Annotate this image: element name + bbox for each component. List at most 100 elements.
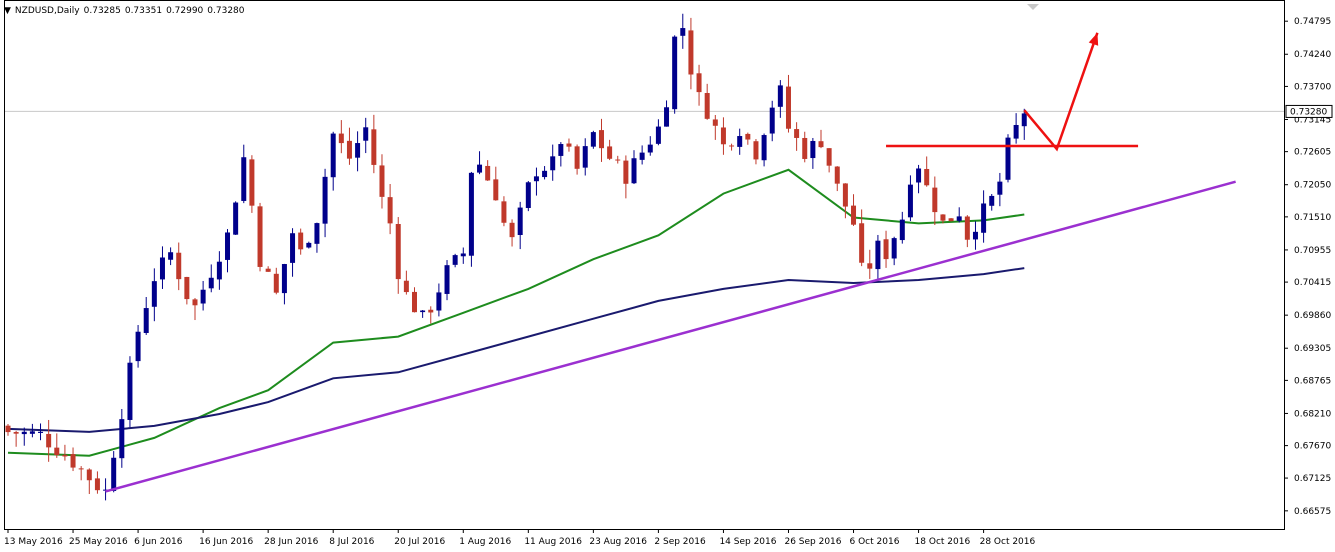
bull-candle <box>281 264 287 294</box>
price-chart[interactable]: 0.747950.742400.737000.731450.726050.720… <box>0 0 1335 552</box>
bull-candle <box>769 107 775 134</box>
current-price-label: 0.73280 <box>1290 107 1327 117</box>
bear-candle <box>688 30 694 75</box>
bear-candle <box>403 280 409 293</box>
bear-candle <box>412 291 417 313</box>
bear-candle <box>62 454 68 457</box>
bear-candle <box>192 299 198 306</box>
bull-candle <box>810 140 816 159</box>
bull-candle <box>135 331 141 362</box>
bear-candle <box>720 127 726 145</box>
bear-candle <box>794 129 800 138</box>
bear-candle <box>729 145 735 147</box>
bull-candle <box>314 223 320 244</box>
bull-candle <box>420 310 426 313</box>
bear-candle <box>184 276 190 300</box>
bull-candle <box>477 164 483 173</box>
bear-candle <box>851 205 857 225</box>
bear-candle <box>940 214 946 221</box>
bear-candle <box>785 86 791 129</box>
x-tick-label: 23 Aug 2016 <box>589 537 647 547</box>
bear-candle <box>867 263 873 269</box>
y-tick-label: 0.74240 <box>1294 50 1331 60</box>
bear-candle <box>13 432 19 434</box>
bull-candle <box>517 207 523 236</box>
x-tick-label: 18 Oct 2016 <box>915 537 971 547</box>
y-tick-label: 0.69305 <box>1294 344 1331 354</box>
bull-candle <box>875 240 881 270</box>
bull-candle <box>111 457 117 491</box>
bull-candle <box>306 242 312 248</box>
bull-candle <box>916 168 922 183</box>
bull-candle <box>542 170 548 178</box>
bear-candle <box>5 425 11 433</box>
bear-candle <box>273 273 279 293</box>
bull-candle <box>241 157 247 201</box>
bear-candle <box>948 218 954 222</box>
bull-candle <box>208 277 214 289</box>
bull-candle <box>159 257 165 280</box>
low-price: 0.72990 <box>166 6 204 16</box>
bull-candle <box>452 255 458 265</box>
triangle-down-icon[interactable]: ▼ <box>4 6 11 16</box>
bear-candle <box>338 133 344 144</box>
bull-candle <box>631 158 637 184</box>
bear-candle <box>598 130 604 149</box>
x-tick-label: 28 Oct 2016 <box>980 537 1036 547</box>
bull-candle <box>322 176 328 224</box>
bull-candle <box>558 144 564 156</box>
y-tick-label: 0.72050 <box>1294 181 1331 191</box>
bull-candle <box>761 135 767 161</box>
y-tick-label: 0.70955 <box>1294 246 1331 256</box>
y-tick-label: 0.74795 <box>1294 17 1331 27</box>
bull-candle <box>737 136 743 147</box>
bull-candle <box>444 265 450 294</box>
bear-candle <box>46 433 52 448</box>
bull-candle <box>1021 113 1027 127</box>
bear-candle <box>712 119 718 126</box>
y-tick-label: 0.66575 <box>1294 507 1331 517</box>
bull-candle <box>891 238 897 259</box>
bull-candle <box>127 362 133 420</box>
bear-candle <box>509 222 515 238</box>
bear-candle <box>94 478 100 491</box>
high-price: 0.73351 <box>124 6 163 16</box>
chart-header: ▼ NZDUSD,Daily 0.73285 0.73351 0.72990 0.7328… <box>4 6 249 16</box>
bull-candle <box>168 252 174 260</box>
bull-candle <box>363 127 369 141</box>
bear-candle <box>493 179 499 201</box>
x-tick-label: 6 Jun 2016 <box>134 537 183 547</box>
bear-candle <box>753 141 759 160</box>
x-tick-label: 6 Oct 2016 <box>850 537 900 547</box>
bull-candle <box>119 419 125 459</box>
bear-candle <box>485 165 491 181</box>
bull-candle <box>590 132 596 147</box>
bull-candle <box>664 107 670 127</box>
y-tick-label: 0.69860 <box>1294 311 1331 321</box>
bull-candle <box>680 28 686 36</box>
bear-candle <box>249 159 255 206</box>
bear-candle <box>883 239 889 260</box>
y-tick-label: 0.67670 <box>1294 442 1331 452</box>
bull-candle <box>143 308 149 333</box>
y-tick-label: 0.68210 <box>1294 409 1331 419</box>
bear-candle <box>86 469 92 481</box>
bear-candle <box>257 206 263 267</box>
bear-candle <box>802 137 808 159</box>
bear-candle <box>176 252 182 280</box>
bear-candle <box>298 232 304 250</box>
bull-candle <box>460 253 466 257</box>
x-tick-label: 26 Sep 2016 <box>784 537 841 547</box>
symbol-timeframe: NZDUSD,Daily <box>14 6 80 16</box>
bull-candle <box>533 176 539 182</box>
x-tick-label: 28 Jun 2016 <box>264 537 318 547</box>
bear-candle <box>346 140 352 159</box>
bear-candle <box>379 165 385 197</box>
bear-candle <box>818 141 824 148</box>
bear-candle <box>387 197 393 224</box>
x-tick-label: 11 Aug 2016 <box>524 537 582 547</box>
bull-candle <box>151 281 157 307</box>
bull-candle <box>225 232 231 260</box>
bear-candle <box>704 93 710 119</box>
bull-candle <box>647 144 653 153</box>
